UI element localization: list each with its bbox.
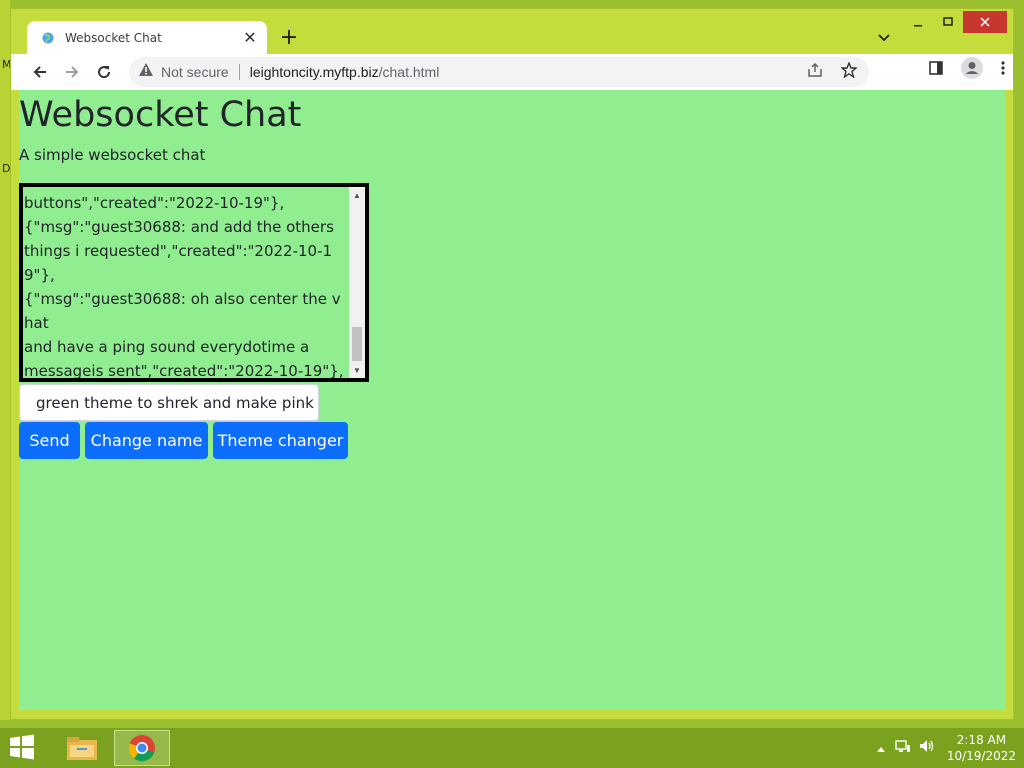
- clock-time: 2:18 AM: [956, 733, 1007, 747]
- close-tab-icon[interactable]: ✕: [239, 27, 261, 49]
- omnibox-actions: [807, 57, 863, 87]
- more-menu-icon[interactable]: [1001, 61, 1005, 80]
- reload-icon[interactable]: [89, 57, 119, 87]
- share-icon[interactable]: [807, 62, 823, 82]
- tab-search-chevron-icon[interactable]: [873, 27, 895, 49]
- minimize-button[interactable]: [903, 11, 933, 33]
- bookmark-star-icon[interactable]: [840, 60, 858, 83]
- scroll-down-arrow-icon[interactable]: ▼: [349, 362, 365, 378]
- page-viewport: Websocket Chat A simple websocket chat b…: [19, 90, 1006, 710]
- security-label: Not secure: [161, 64, 229, 80]
- title-bar: Websocket Chat ✕ +: [11, 9, 1013, 54]
- volume-icon[interactable]: [919, 739, 935, 758]
- system-tray: 2:18 AM 10/19/2022: [876, 728, 1016, 768]
- close-window-button[interactable]: [963, 11, 1007, 33]
- taskbar: 2:18 AM 10/19/2022: [0, 728, 1024, 768]
- forward-arrow-icon[interactable]: [57, 57, 87, 87]
- warning-triangle-icon[interactable]: [139, 63, 153, 81]
- browser-tab[interactable]: Websocket Chat ✕: [27, 21, 267, 54]
- chat-scrollbar[interactable]: ▲ ▼: [349, 187, 365, 378]
- tab-title: Websocket Chat: [65, 30, 162, 45]
- send-button[interactable]: Send: [19, 422, 80, 459]
- window-controls: [903, 11, 1007, 33]
- desktop-edge: M D: [0, 0, 12, 720]
- taskbar-clock[interactable]: 2:18 AM 10/19/2022: [947, 732, 1016, 764]
- scroll-up-arrow-icon[interactable]: ▲: [349, 187, 365, 203]
- browser-toolbar: Not secure leightoncity.myftp.biz /chat.…: [11, 54, 1013, 90]
- chrome-icon[interactable]: [114, 730, 170, 766]
- new-tab-button[interactable]: +: [277, 25, 301, 50]
- tray-expand-icon[interactable]: [876, 739, 885, 757]
- profile-avatar-icon[interactable]: [961, 57, 983, 84]
- chat-log-box[interactable]: buttons","created":"2022-10-19"}, {"msg"…: [19, 183, 369, 382]
- page-title: Websocket Chat: [19, 95, 302, 135]
- maximize-button[interactable]: [933, 11, 963, 33]
- browser-window: Websocket Chat ✕ + Not secure leightonci…: [10, 8, 1014, 720]
- change-name-button[interactable]: Change name: [85, 422, 208, 459]
- clock-date: 10/19/2022: [946, 749, 1016, 763]
- message-input[interactable]: green theme to shrek and make pink a: [19, 384, 319, 421]
- url-host: leightoncity.myftp.biz: [249, 64, 379, 80]
- page-subtitle: A simple websocket chat: [19, 146, 206, 164]
- address-bar[interactable]: Not secure leightoncity.myftp.biz /chat.…: [129, 57, 869, 87]
- chat-log-text: buttons","created":"2022-10-19"}, {"msg"…: [24, 194, 344, 380]
- toolbar-right: [929, 57, 1005, 84]
- globe-icon: [41, 31, 55, 45]
- file-explorer-icon[interactable]: [54, 730, 110, 766]
- theme-changer-button[interactable]: Theme changer: [213, 422, 348, 459]
- side-panel-icon[interactable]: [929, 61, 943, 80]
- scroll-thumb[interactable]: [352, 327, 362, 361]
- url-path: /chat.html: [378, 64, 440, 80]
- windows-start-icon[interactable]: [8, 734, 40, 762]
- divider: [238, 64, 240, 80]
- back-arrow-icon[interactable]: [25, 57, 55, 87]
- network-icon[interactable]: [895, 739, 911, 758]
